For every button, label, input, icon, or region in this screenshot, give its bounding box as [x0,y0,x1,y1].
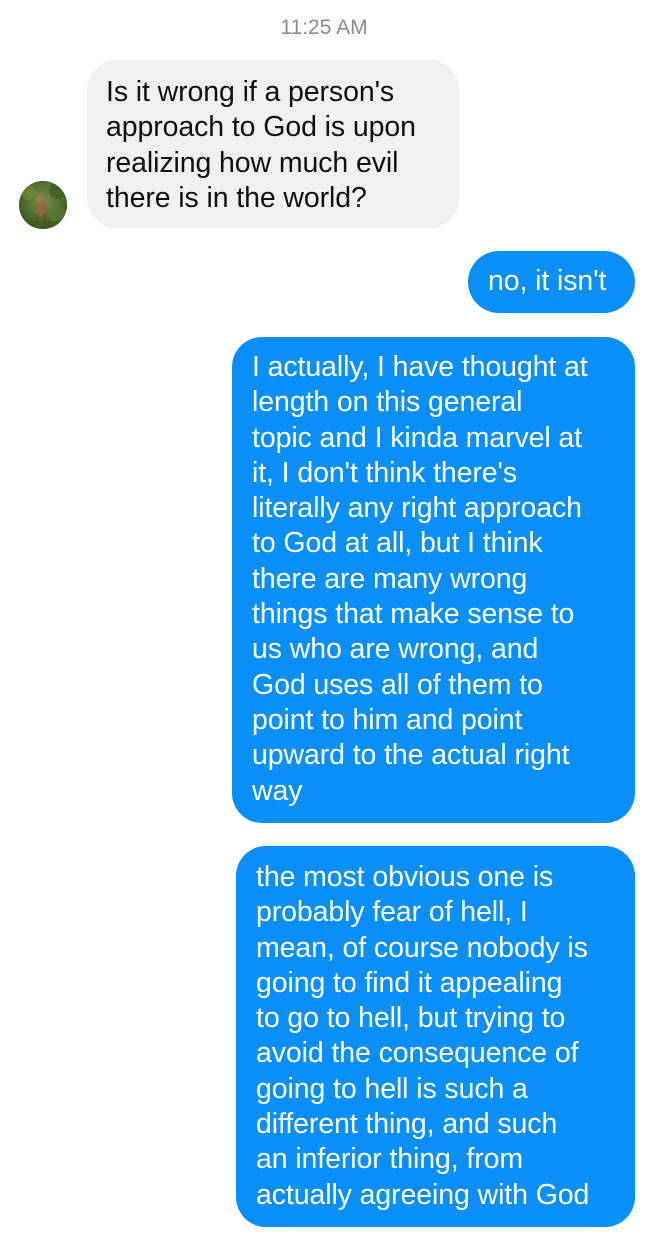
message-timestamp: 11:25 AM [280,16,368,39]
outgoing-message-bubble[interactable]: the most obvious one is probably fear of… [236,846,635,1227]
outgoing-message-bubble[interactable]: no, it isn't [468,251,635,313]
outgoing-message-bubble[interactable]: I actually, I have thought at length on … [232,337,635,823]
contact-avatar[interactable] [19,181,67,229]
avatar-photo-icon [19,181,67,229]
incoming-message-bubble[interactable]: Is it wrong if a person's approach to Go… [87,60,459,228]
